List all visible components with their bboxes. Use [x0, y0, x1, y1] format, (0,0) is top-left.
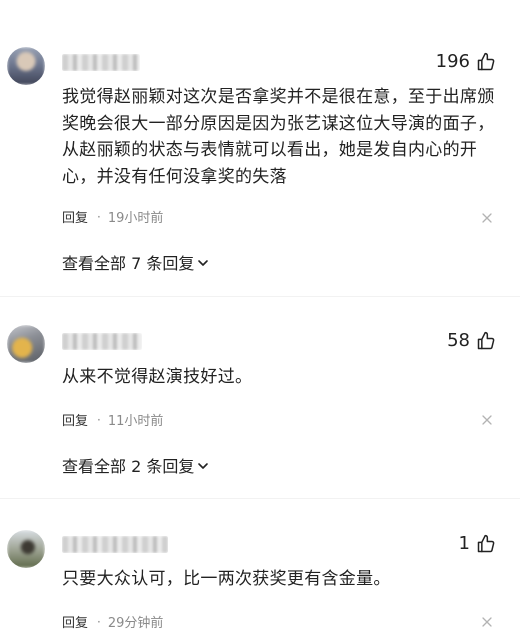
reply-button[interactable]: 回复: [62, 612, 88, 631]
chevron-down-icon: [197, 458, 209, 472]
comment-text: 只要大众认可，比一两次获奖更有含金量。: [62, 569, 391, 589]
meta-separator: ·: [97, 412, 101, 427]
comment-text: 从来不觉得赵演技好过。: [62, 367, 253, 387]
comment-text: 我觉得赵丽颖对这次是否拿奖并不是很在意，至于出席颁奖晚会很大一部分原因是因为张艺…: [62, 87, 495, 187]
meta-separator: ·: [97, 209, 101, 224]
divider: [0, 296, 520, 297]
like-count: 1: [458, 533, 470, 554]
username-blurred[interactable]: [62, 536, 168, 553]
like-button[interactable]: 1: [459, 533, 496, 554]
thumbs-up-icon: [476, 52, 496, 72]
divider: [0, 498, 520, 499]
meta-separator: ·: [97, 614, 101, 629]
reply-button[interactable]: 回复: [62, 410, 88, 429]
comment-meta: 回复 · 11小时前: [62, 410, 164, 430]
comment-list: 196 我觉得赵丽颖对这次是否拿奖并不是很在意，至于出席颁奖晚会很大一部分原因是…: [0, 0, 520, 640]
chevron-down-icon: [197, 255, 209, 269]
comment-meta: 回复 · 29分钟前: [62, 612, 164, 632]
avatar[interactable]: [7, 47, 45, 85]
thumbs-up-icon: [476, 534, 496, 554]
view-all-replies-label: 查看全部 7 条回复: [62, 254, 195, 273]
like-count: 58: [447, 330, 470, 351]
avatar[interactable]: [7, 325, 45, 363]
close-icon[interactable]: [481, 414, 493, 426]
username-blurred[interactable]: [62, 333, 142, 350]
close-icon[interactable]: [481, 212, 493, 224]
timestamp: 29分钟前: [107, 616, 164, 631]
timestamp: 11小时前: [107, 414, 164, 429]
close-icon[interactable]: [481, 616, 493, 628]
username-blurred[interactable]: [62, 54, 140, 71]
timestamp: 19小时前: [107, 211, 164, 226]
view-all-replies-label: 查看全部 2 条回复: [62, 457, 195, 476]
reply-button[interactable]: 回复: [62, 207, 88, 226]
view-all-replies-button[interactable]: 查看全部 7 条回复: [62, 250, 209, 274]
comment-meta: 回复 · 19小时前: [62, 207, 164, 227]
like-count: 196: [435, 51, 470, 72]
view-all-replies-button[interactable]: 查看全部 2 条回复: [62, 453, 209, 477]
like-button[interactable]: 196: [436, 51, 496, 72]
like-button[interactable]: 58: [447, 330, 496, 351]
thumbs-up-icon: [476, 331, 496, 351]
avatar[interactable]: [7, 530, 45, 568]
